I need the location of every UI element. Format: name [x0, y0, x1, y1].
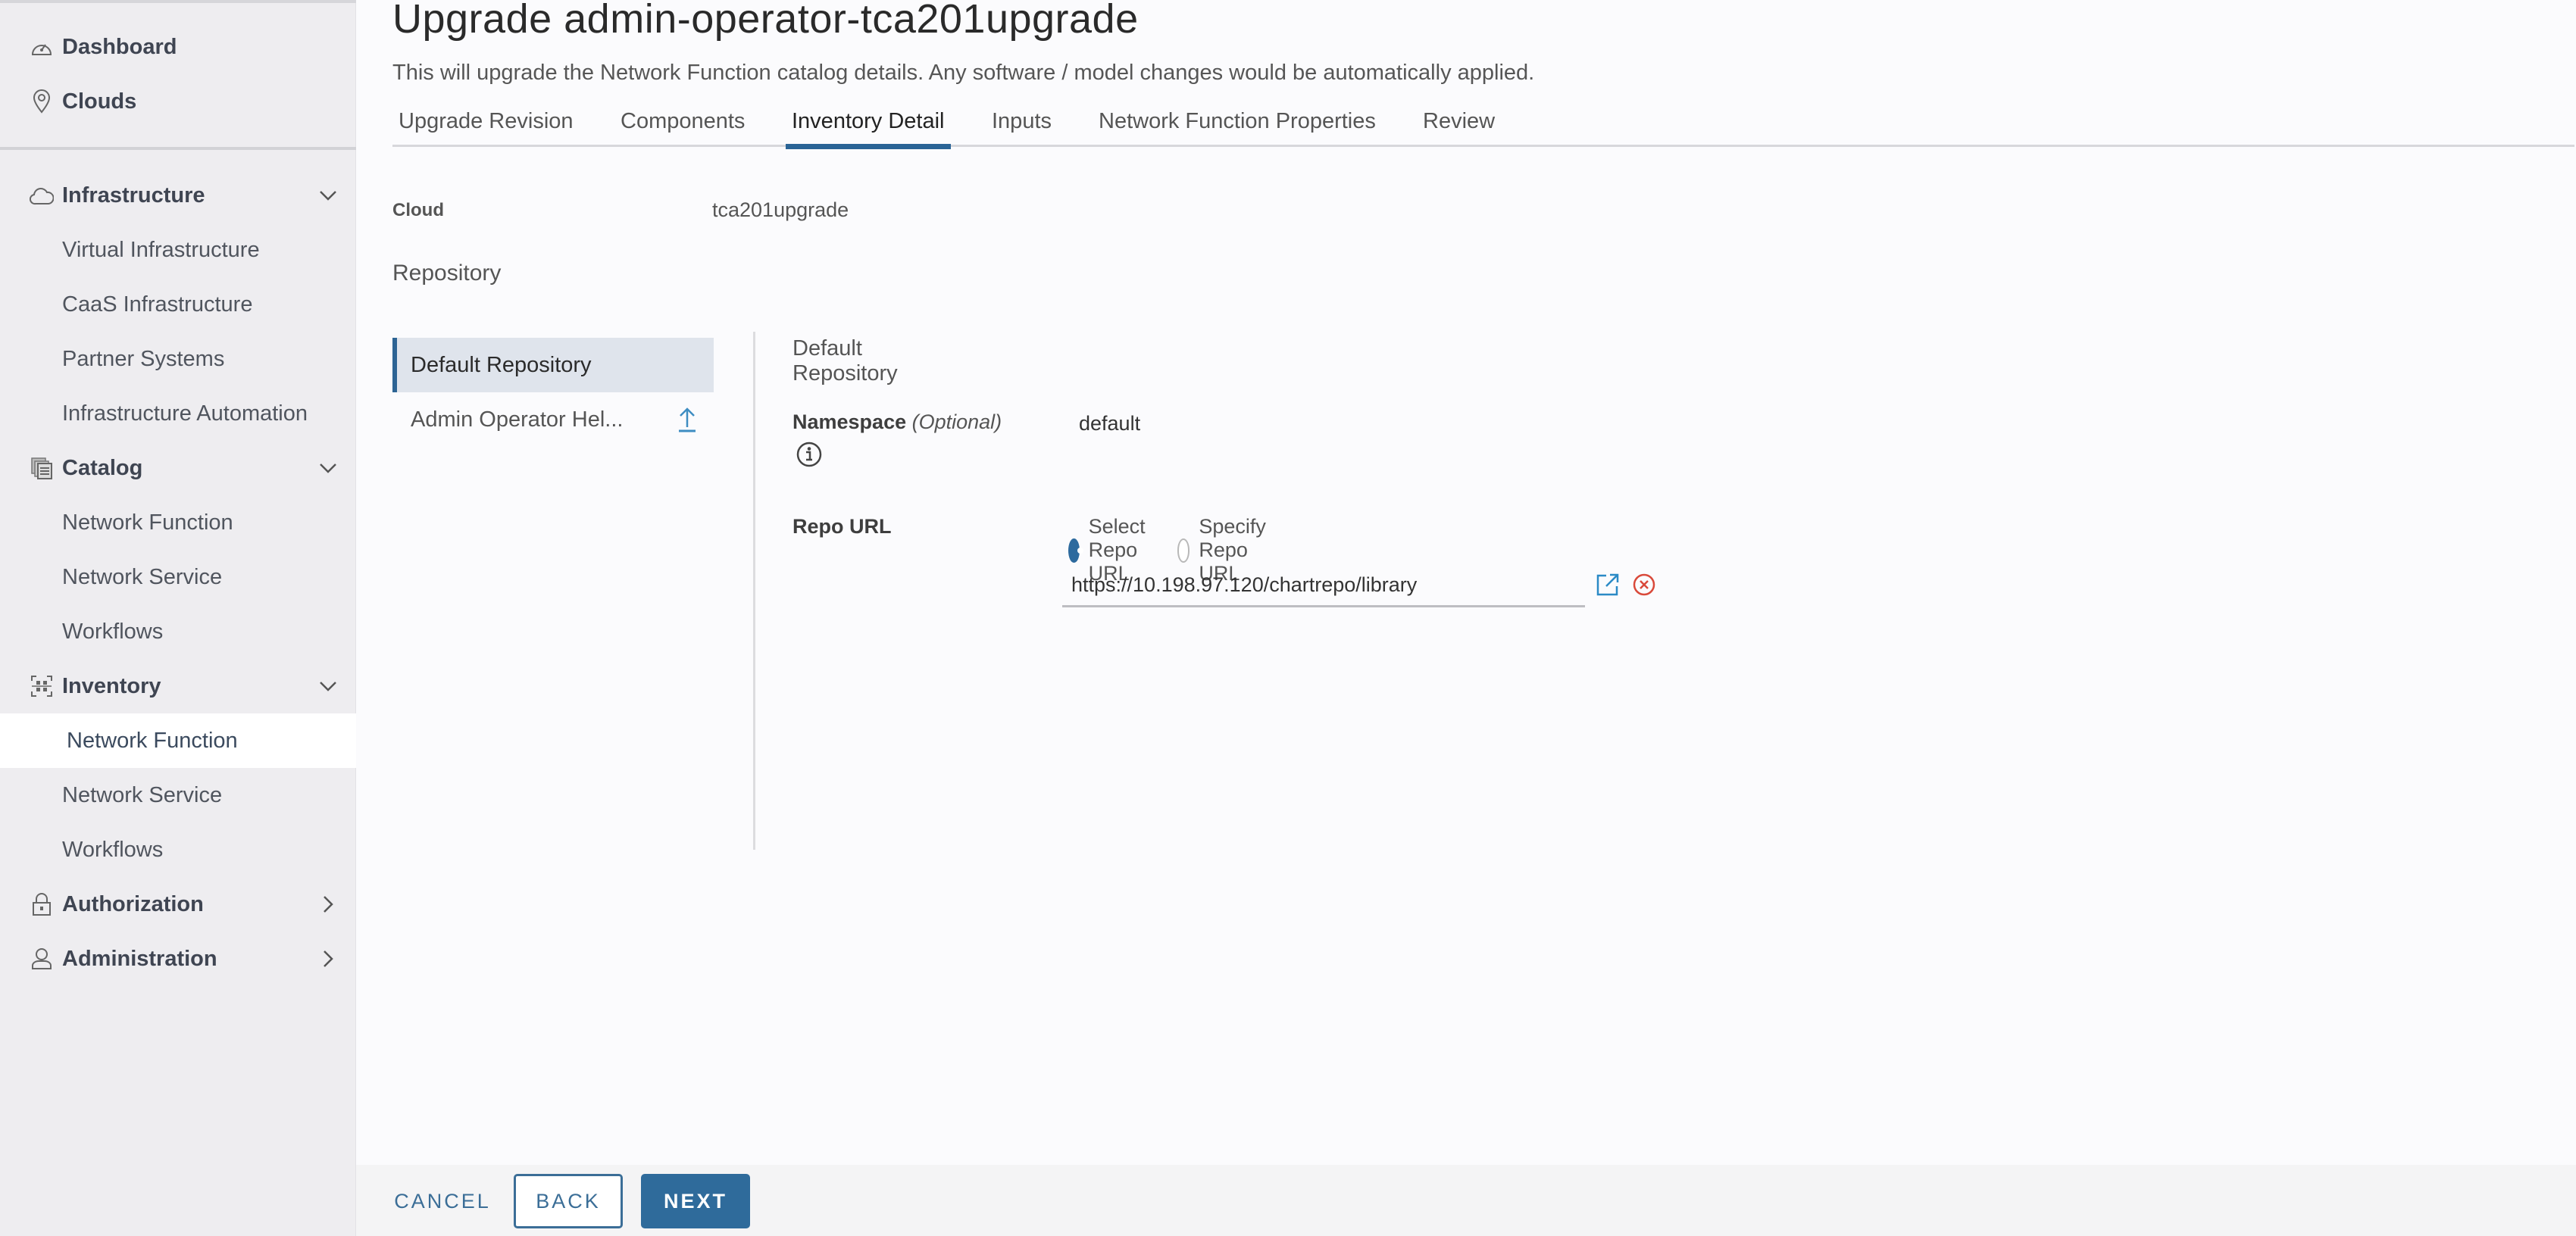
cloud-icon: [29, 183, 55, 208]
repo-item-label: Admin Operator Hel...: [411, 407, 624, 432]
sidebar-item-catalog[interactable]: Catalog: [0, 441, 356, 495]
repo-item-admin-operator-helm[interactable]: Admin Operator Hel...: [392, 392, 714, 447]
chevron-down-icon[interactable]: [317, 184, 339, 207]
sidebar-item-catalog-workflows[interactable]: Workflows: [0, 604, 356, 659]
sidebar-item-inventory-network-function[interactable]: Network Function: [0, 713, 356, 768]
radio-select-repo-url[interactable]: [1068, 538, 1083, 563]
inventory-icon: [29, 673, 55, 699]
sidebar-item-infrastructure[interactable]: Infrastructure: [0, 168, 356, 223]
tab-review[interactable]: Review: [1417, 106, 1501, 147]
upload-icon[interactable]: [677, 406, 697, 433]
sidebar-item-authorization[interactable]: Authorization: [0, 877, 356, 932]
namespace-value: default: [1079, 412, 1141, 435]
page-subtitle: This will upgrade the Network Function c…: [392, 61, 1535, 85]
chevron-down-icon[interactable]: [317, 457, 339, 479]
sidebar-item-infrastructure-automation[interactable]: Infrastructure Automation: [0, 386, 356, 441]
sidebar-item-administration[interactable]: Administration: [0, 932, 356, 986]
chevron-down-icon[interactable]: [317, 675, 339, 698]
tab-inputs[interactable]: Inputs: [986, 106, 1058, 147]
sidebar-top-divider: [0, 0, 356, 3]
sidebar-item-inventory-workflows[interactable]: Workflows: [0, 822, 356, 877]
cloud-value: tca201upgrade: [712, 198, 849, 221]
sidebar-item-catalog-network-function[interactable]: Network Function: [0, 495, 356, 550]
sidebar-item-partner-systems[interactable]: Partner Systems: [0, 332, 356, 386]
sidebar-item-inventory[interactable]: Inventory: [0, 659, 356, 713]
sidebar-item-inventory-network-service[interactable]: Network Service: [0, 768, 356, 822]
back-button[interactable]: BACK: [514, 1174, 623, 1228]
wizard-tabs: Upgrade Revision Components Inventory De…: [392, 106, 2574, 149]
info-icon[interactable]: [796, 441, 823, 468]
main-content: Upgrade admin-operator-tca201upgrade Thi…: [356, 0, 2576, 1236]
sidebar-item-catalog-network-service[interactable]: Network Service: [0, 550, 356, 604]
repo-url-input[interactable]: [1062, 565, 1585, 607]
cloud-label: Cloud: [392, 200, 444, 220]
location-pin-icon: [29, 89, 55, 114]
sidebar-item-caas-infrastructure[interactable]: CaaS Infrastructure: [0, 277, 356, 332]
sidebar: Dashboard Clouds Infrastructure Virtual …: [0, 0, 356, 1236]
namespace-label: Namespace (Optional): [792, 410, 1002, 433]
clear-icon[interactable]: [1632, 573, 1656, 597]
chevron-right-icon[interactable]: [317, 947, 339, 970]
repo-item-default-repository[interactable]: Default Repository: [392, 338, 714, 392]
catalog-icon: [29, 455, 55, 481]
tab-network-function-properties[interactable]: Network Function Properties: [1093, 106, 1382, 147]
sidebar-divider: [0, 147, 356, 150]
tab-upgrade-revision[interactable]: Upgrade Revision: [392, 106, 580, 147]
next-button[interactable]: NEXT: [641, 1174, 750, 1228]
user-icon: [29, 946, 55, 972]
external-link-icon[interactable]: [1596, 573, 1620, 597]
chevron-right-icon[interactable]: [317, 893, 339, 916]
tab-inventory-detail[interactable]: Inventory Detail: [786, 106, 951, 149]
dashboard-icon: [29, 34, 55, 60]
lock-icon: [29, 891, 55, 917]
vertical-divider: [753, 332, 755, 850]
wizard-footer: CANCEL BACK NEXT: [356, 1165, 2576, 1236]
repo-url-label: Repo URL: [792, 515, 892, 538]
optional-hint: (Optional): [911, 410, 1002, 433]
tab-components[interactable]: Components: [614, 106, 751, 147]
radio-specify-repo-url[interactable]: [1177, 538, 1190, 563]
cancel-button[interactable]: CANCEL: [392, 1174, 492, 1228]
repo-item-label: Default Repository: [411, 352, 592, 377]
sidebar-item-virtual-infrastructure[interactable]: Virtual Infrastructure: [0, 223, 356, 277]
sidebar-item-clouds[interactable]: Clouds: [0, 74, 356, 129]
repository-section-title: Repository: [392, 261, 502, 286]
detail-title: Default Repository: [792, 336, 898, 385]
sidebar-item-dashboard[interactable]: Dashboard: [0, 20, 356, 74]
page-title: Upgrade admin-operator-tca201upgrade: [392, 0, 1139, 42]
